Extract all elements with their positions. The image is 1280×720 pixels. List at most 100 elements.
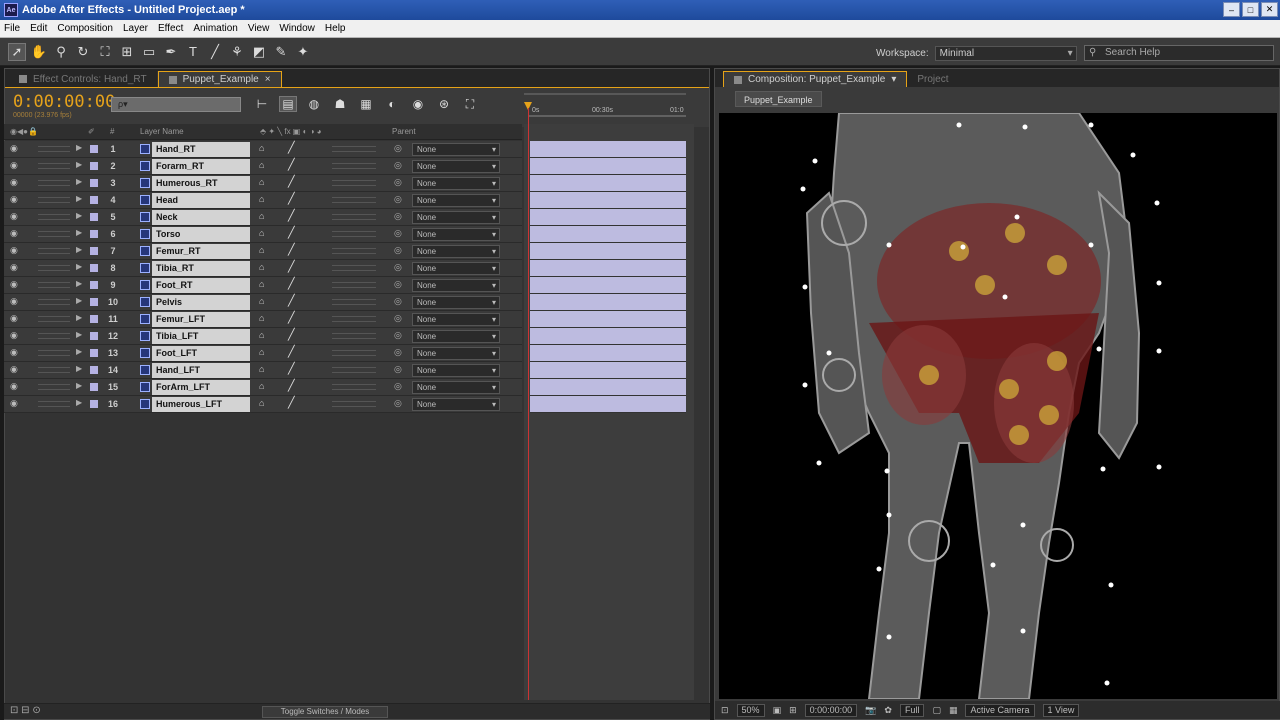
eye-icon[interactable]: ◉ <box>10 381 18 392</box>
layer-bar[interactable] <box>530 396 686 413</box>
shy-switch-icon[interactable]: ⌂ <box>259 262 264 272</box>
layer-name[interactable]: Foot_RT <box>152 278 250 293</box>
quality-switch-icon[interactable]: ╱ <box>288 209 295 222</box>
expand-triangle-icon[interactable]: ▶ <box>76 381 82 390</box>
pickwhip-icon[interactable]: ◎ <box>394 296 402 307</box>
mini-flowchart-icon[interactable]: ⊢ <box>253 96 271 112</box>
expand-triangle-icon[interactable]: ▶ <box>76 211 82 220</box>
layer-bar[interactable] <box>530 277 686 294</box>
draft-3d-icon[interactable]: ◍ <box>305 96 323 112</box>
type-tool-icon[interactable]: T <box>184 43 202 61</box>
chevron-down-icon[interactable]: ▾ <box>891 74 896 85</box>
expand-triangle-icon[interactable]: ▶ <box>76 160 82 169</box>
label-color-swatch[interactable] <box>90 230 98 238</box>
shy-switch-icon[interactable]: ⌂ <box>259 245 264 255</box>
layer-row[interactable]: ◉ ▶ 11 Femur_LFT ⌂ ╱ ◎ None <box>4 311 522 328</box>
label-color-swatch[interactable] <box>90 264 98 272</box>
time-ruler[interactable]: 0s 00:30s 01:0 <box>520 88 688 122</box>
menu-window[interactable]: Window <box>279 23 315 34</box>
workspace-select[interactable]: Minimal <box>934 46 1077 61</box>
maximize-button[interactable]: □ <box>1242 2 1259 17</box>
camera-view-select[interactable]: Active Camera <box>965 703 1035 717</box>
eye-icon[interactable]: ◉ <box>10 228 18 239</box>
layer-name[interactable]: Pelvis <box>152 295 250 310</box>
quality-switch-icon[interactable]: ╱ <box>288 345 295 358</box>
parent-select[interactable]: None <box>412 381 500 394</box>
layer-name[interactable]: Tibia_LFT <box>152 329 250 344</box>
layer-row[interactable]: ◉ ▶ 1 Hand_RT ⌂ ╱ ◎ None <box>4 141 522 158</box>
graph-editor-icon[interactable]: ◉ <box>409 96 427 112</box>
shy-switch-icon[interactable]: ⌂ <box>259 398 264 408</box>
pickwhip-icon[interactable]: ◎ <box>394 228 402 239</box>
menu-view[interactable]: View <box>248 23 270 34</box>
layer-name[interactable]: Femur_RT <box>152 244 250 259</box>
pickwhip-icon[interactable]: ◎ <box>394 262 402 273</box>
quality-switch-icon[interactable]: ╱ <box>288 175 295 188</box>
layer-name[interactable]: Humerous_LFT <box>152 397 250 412</box>
expand-triangle-icon[interactable]: ▶ <box>76 347 82 356</box>
eye-icon[interactable]: ◉ <box>10 279 18 290</box>
lock-icon[interactable] <box>734 75 742 84</box>
label-color-swatch[interactable] <box>90 298 98 306</box>
snapshot-icon[interactable]: 📷 <box>865 705 876 716</box>
layer-row[interactable]: ◉ ▶ 5 Neck ⌂ ╱ ◎ None <box>4 209 522 226</box>
layer-bar[interactable] <box>530 345 686 362</box>
motion-blur-icon[interactable]: ◐ <box>383 96 401 112</box>
quality-switch-icon[interactable]: ╱ <box>288 328 295 341</box>
pickwhip-icon[interactable]: ◎ <box>394 313 402 324</box>
layer-bar[interactable] <box>530 226 686 243</box>
auto-keyframe-icon[interactable]: ⛶ <box>461 96 479 112</box>
layer-bar[interactable] <box>530 260 686 277</box>
shy-switch-icon[interactable]: ⌂ <box>259 194 264 204</box>
pen-tool-icon[interactable]: ✒ <box>162 43 180 61</box>
layer-row[interactable]: ◉ ▶ 15 ForArm_LFT ⌂ ╱ ◎ None <box>4 379 522 396</box>
rotate-tool-icon[interactable]: ↻ <box>74 43 92 61</box>
pickwhip-icon[interactable]: ◎ <box>394 160 402 171</box>
layer-name[interactable]: Foot_LFT <box>152 346 250 361</box>
eye-icon[interactable]: ◉ <box>10 330 18 341</box>
shy-layers-icon[interactable]: ☗ <box>331 96 349 112</box>
pickwhip-icon[interactable]: ◎ <box>394 194 402 205</box>
layer-row[interactable]: ◉ ▶ 3 Humerous_RT ⌂ ╱ ◎ None <box>4 175 522 192</box>
layer-bar[interactable] <box>530 328 686 345</box>
quality-switch-icon[interactable]: ╱ <box>288 260 295 273</box>
quality-switch-icon[interactable]: ╱ <box>288 311 295 324</box>
puppet-pin-tool-icon[interactable]: ✦ <box>294 43 312 61</box>
label-color-swatch[interactable] <box>90 315 98 323</box>
quality-switch-icon[interactable]: ╱ <box>288 362 295 375</box>
pickwhip-icon[interactable]: ◎ <box>394 381 402 392</box>
rectangle-tool-icon[interactable]: ▭ <box>140 43 158 61</box>
layer-row[interactable]: ◉ ▶ 13 Foot_LFT ⌂ ╱ ◎ None <box>4 345 522 362</box>
layer-bar[interactable] <box>530 158 686 175</box>
quality-switch-icon[interactable]: ╱ <box>288 158 295 171</box>
eraser-tool-icon[interactable]: ◩ <box>250 43 268 61</box>
shy-switch-icon[interactable]: ⌂ <box>259 177 264 187</box>
layer-bar[interactable] <box>530 294 686 311</box>
expand-triangle-icon[interactable]: ▶ <box>76 279 82 288</box>
expand-triangle-icon[interactable]: ▶ <box>76 398 82 407</box>
frame-blending-icon[interactable]: ▦ <box>357 96 375 112</box>
layer-row[interactable]: ◉ ▶ 6 Torso ⌂ ╱ ◎ None <box>4 226 522 243</box>
parent-select[interactable]: None <box>412 296 500 309</box>
layer-row[interactable]: ◉ ▶ 4 Head ⌂ ╱ ◎ None <box>4 192 522 209</box>
pickwhip-icon[interactable]: ◎ <box>394 143 402 154</box>
label-color-swatch[interactable] <box>90 213 98 221</box>
label-color-swatch[interactable] <box>90 145 98 153</box>
layer-bar[interactable] <box>530 379 686 396</box>
brush-tool-icon[interactable]: ╱ <box>206 43 224 61</box>
shy-switch-icon[interactable]: ⌂ <box>259 381 264 391</box>
shy-switch-icon[interactable]: ⌂ <box>259 330 264 340</box>
camera-tool-icon[interactable]: ⛶ <box>96 43 114 61</box>
menu-edit[interactable]: Edit <box>30 23 47 34</box>
pickwhip-icon[interactable]: ◎ <box>394 211 402 222</box>
eye-icon[interactable]: ◉ <box>10 177 18 188</box>
layer-search-input[interactable]: ρ▾ <box>111 97 241 112</box>
tab-composition[interactable]: Composition: Puppet_Example ▾ <box>723 71 908 87</box>
composition-navigator-tab[interactable]: Puppet_Example <box>735 91 822 107</box>
layer-name[interactable]: Hand_LFT <box>152 363 250 378</box>
layer-name[interactable]: Femur_LFT <box>152 312 250 327</box>
expand-triangle-icon[interactable]: ▶ <box>76 330 82 339</box>
quality-switch-icon[interactable]: ╱ <box>288 294 295 307</box>
zoom-tool-icon[interactable]: ⚲ <box>52 43 70 61</box>
toggle-switches-modes-button[interactable]: Toggle Switches / Modes <box>262 706 388 718</box>
